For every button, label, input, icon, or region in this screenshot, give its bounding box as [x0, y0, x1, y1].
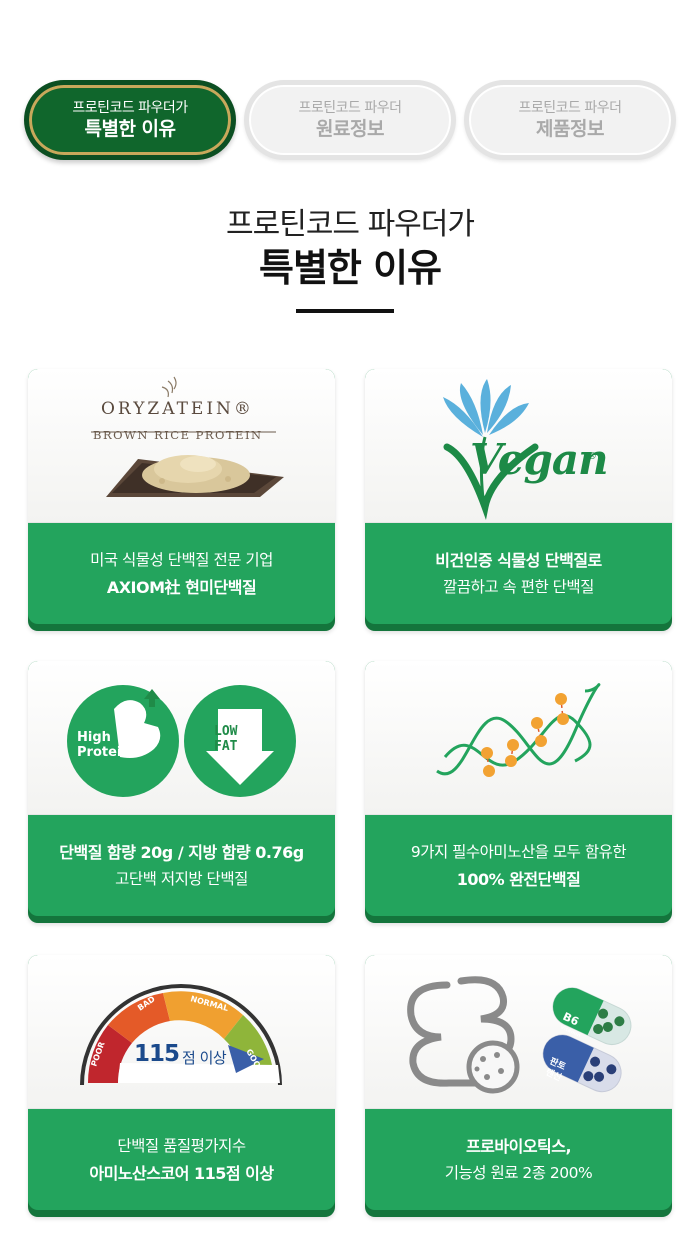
card-description: 프로바이오틱스, 기능성 원료 2종 200% — [365, 1109, 672, 1210]
score-value: 115 — [134, 1041, 180, 1067]
card-line-1: 단백질 품질평가지수 — [117, 1136, 246, 1155]
card-line-1: 9가지 필수아미노산을 모두 함유한 — [410, 842, 627, 861]
card-line-2: 아미노산스코어 115점 이상 — [89, 1163, 274, 1183]
probiotics-gut-icon: B6 Vitamin 판토 텐산 — [407, 976, 632, 1094]
section-subtitle: 프로틴코드 파우더가 — [226, 207, 475, 242]
card-line-2: 고단백 저지방 단백질 — [115, 869, 248, 888]
rice-protein-powder-icon — [91, 376, 284, 497]
oryzatein-tagline: BROWN RICE PROTEIN — [93, 428, 263, 442]
card-visual — [365, 661, 672, 815]
tab-title: 원료정보 — [316, 118, 384, 140]
feature-card-rice-protein: ORYZATEIN® BROWN RICE PROTEIN 미국 식물성 단백질… — [28, 369, 335, 631]
tab-ingredient-info[interactable]: 프로틴코드 파우더 원료정보 — [244, 80, 456, 160]
score-gauge-icon: POOR BAD NORMAL GOOD — [80, 984, 282, 1086]
tab-subtitle: 프로틴코드 파우더 — [518, 100, 623, 116]
card-description: 비건인증 식물성 단백질로 깔끔하고 속 편한 단백질 — [365, 523, 672, 624]
low-fat-badge: LOW FAT — [214, 724, 238, 754]
card-line-1: 프로바이오틱스, — [465, 1136, 572, 1156]
section-header: 프로틴코드 파우더가 특별한 이유 — [0, 205, 700, 291]
card-visual: POOR BAD NORMAL GOOD 115 점 이상 — [28, 955, 335, 1109]
tab-subtitle: 프로틴코드 파우더가 — [72, 100, 188, 116]
tab-special-reason[interactable]: 프로틴코드 파우더가 특별한 이유 — [24, 80, 236, 160]
feature-card-amino-acids: 9가지 필수아미노산을 모두 함유한 100% 완전단백질 — [365, 661, 672, 923]
title-divider — [296, 309, 394, 313]
tab-title: 특별한 이유 — [84, 118, 176, 140]
score-unit: 점 이상 — [182, 1049, 227, 1067]
card-line-1: 단백질 함량 20g / 지방 함량 0.76g — [59, 842, 304, 862]
card-line-2: 100% 완전단백질 — [456, 869, 581, 889]
section-title: 특별한 이유 — [258, 246, 442, 290]
card-visual: Vegan ® — [365, 369, 672, 523]
card-line-2: 깔끔하고 속 편한 단백질 — [443, 577, 594, 596]
card-description: 미국 식물성 단백질 전문 기업 AXIOM社 현미단백질 — [28, 523, 335, 624]
registered-mark: ® — [587, 451, 597, 462]
feature-card-vegan: Vegan ® 비건인증 식물성 단백질로 깔끔하고 속 편한 단백질 — [365, 369, 672, 631]
oryzatein-logo: ORYZATEIN® — [101, 399, 254, 419]
tab-title: 제품정보 — [536, 118, 604, 140]
feature-card-high-protein: High Protein LOW FAT 단백질 함량 20g / 지방 함량 … — [28, 661, 335, 923]
high-protein-badge: High Protein — [77, 730, 131, 760]
card-line-1: 미국 식물성 단백질 전문 기업 — [90, 550, 273, 569]
card-description: 단백질 함량 20g / 지방 함량 0.76g 고단백 저지방 단백질 — [28, 815, 335, 916]
tab-bar: 프로틴코드 파우더가 특별한 이유 프로틴코드 파우더 원료정보 프로틴코드 파… — [24, 80, 678, 160]
card-line-2: AXIOM社 현미단백질 — [106, 577, 257, 597]
tab-subtitle: 프로틴코드 파우더 — [298, 100, 403, 116]
card-line-2: 기능성 원료 2종 200% — [444, 1163, 593, 1182]
card-visual: High Protein LOW FAT — [28, 661, 335, 815]
card-description: 9가지 필수아미노산을 모두 함유한 100% 완전단백질 — [365, 815, 672, 916]
card-visual: ORYZATEIN® BROWN RICE PROTEIN — [28, 369, 335, 523]
feature-card-probiotics: B6 Vitamin 판토 텐산 프로바이오틱스, 기능성 원료 2종 200% — [365, 955, 672, 1217]
tab-product-info[interactable]: 프로틴코드 파우더 제품정보 — [464, 80, 676, 160]
card-line-1: 비건인증 식물성 단백질로 — [435, 550, 602, 570]
dna-icon — [436, 683, 601, 777]
feature-card-amino-score: POOR BAD NORMAL GOOD 115 점 이상 단백질 품질평가지수… — [28, 955, 335, 1217]
high-protein-low-fat-icons — [67, 685, 296, 797]
card-description: 단백질 품질평가지수 아미노산스코어 115점 이상 — [28, 1109, 335, 1210]
card-visual: B6 Vitamin 판토 텐산 — [365, 955, 672, 1109]
